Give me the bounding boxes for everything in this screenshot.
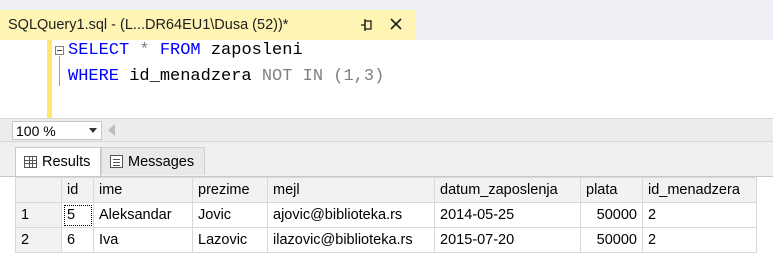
cell-id[interactable]: 6 <box>61 227 94 253</box>
outline-line <box>59 56 60 86</box>
query-editor[interactable]: SELECT * FROM zaposleni WHERE id_menadze… <box>0 40 773 118</box>
row-number[interactable]: 2 <box>15 227 62 253</box>
table-row[interactable]: 2 6 Iva Lazovic ilazovic@biblioteka.rs 2… <box>15 227 757 253</box>
document-tab[interactable]: SQLQuery1.sql - (L...DR64EU1\Dusa (52))* <box>0 10 415 40</box>
keyword-select: SELECT <box>68 41 130 60</box>
tab-messages-label: Messages <box>128 153 195 170</box>
corner-cell[interactable] <box>15 177 62 203</box>
messages-icon <box>110 155 123 168</box>
cell-ime[interactable]: Iva <box>93 227 193 253</box>
cell-prezime[interactable]: Jovic <box>192 202 268 228</box>
column-header-datum-zaposlenja[interactable]: datum_zaposlenja <box>434 177 581 203</box>
column-header-prezime[interactable]: prezime <box>192 177 268 203</box>
zoom-select[interactable]: 100 % <box>12 121 102 140</box>
code-text: id_menadzera <box>119 67 262 86</box>
scroll-left-icon[interactable] <box>108 124 115 136</box>
document-tab-bar: SQLQuery1.sql - (L...DR64EU1\Dusa (52))* <box>0 0 773 40</box>
tab-results-label: Results <box>42 154 91 170</box>
keyword-where: WHERE <box>68 67 120 86</box>
column-header-mejl[interactable]: mejl <box>267 177 435 203</box>
code-line-1: SELECT * FROM zaposleni <box>68 40 303 62</box>
table-row[interactable]: 1 5 Aleksandar Jovic ajovic@biblioteka.r… <box>15 202 757 228</box>
code-text: zaposleni <box>200 41 303 60</box>
column-header-id[interactable]: id <box>61 177 94 203</box>
row-number[interactable]: 1 <box>15 202 62 228</box>
chevron-down-icon[interactable] <box>89 128 97 133</box>
cell-plata[interactable]: 50000 <box>580 202 643 228</box>
selection-margin <box>47 40 52 118</box>
keyword-from: FROM <box>159 41 201 60</box>
close-icon[interactable] <box>388 16 404 32</box>
document-tab-title: SQLQuery1.sql - (L...DR64EU1\Dusa (52))* <box>8 17 289 33</box>
keyword-not-in: NOT IN <box>261 67 324 86</box>
cell-id-menadzera[interactable]: 2 <box>642 202 757 228</box>
code-text: (1,3) <box>323 67 385 86</box>
cell-datum-zaposlenja[interactable]: 2014-05-25 <box>434 202 581 228</box>
column-header-id-menadzera[interactable]: id_menadzera <box>642 177 757 203</box>
result-tabs: Results Messages <box>0 142 773 176</box>
code-text: * <box>129 41 160 60</box>
results-grid: id ime prezime mejl datum_zaposlenja pla… <box>0 176 773 264</box>
results-table: id ime prezime mejl datum_zaposlenja pla… <box>15 177 757 253</box>
grid-icon <box>24 156 37 168</box>
column-header-plata[interactable]: plata <box>580 177 643 203</box>
cell-mejl[interactable]: ajovic@biblioteka.rs <box>267 202 435 228</box>
header-row: id ime prezime mejl datum_zaposlenja pla… <box>15 177 757 203</box>
collapse-toggle-icon[interactable] <box>55 46 64 55</box>
cell-ime[interactable]: Aleksandar <box>93 202 193 228</box>
pin-icon[interactable] <box>359 17 375 33</box>
cell-plata[interactable]: 50000 <box>580 227 643 253</box>
zoom-bar: 100 % <box>0 118 773 142</box>
cell-mejl[interactable]: ilazovic@biblioteka.rs <box>267 227 435 253</box>
column-header-ime[interactable]: ime <box>93 177 193 203</box>
cell-prezime[interactable]: Lazovic <box>192 227 268 253</box>
cell-id-menadzera[interactable]: 2 <box>642 227 757 253</box>
code-line-2: WHERE id_menadzera NOT IN (1,3) <box>68 66 384 88</box>
zoom-value: 100 % <box>16 122 56 139</box>
cell-datum-zaposlenja[interactable]: 2015-07-20 <box>434 227 581 253</box>
tab-results[interactable]: Results <box>15 147 101 176</box>
tab-messages[interactable]: Messages <box>101 147 205 175</box>
cell-id[interactable]: 5 <box>61 202 94 228</box>
